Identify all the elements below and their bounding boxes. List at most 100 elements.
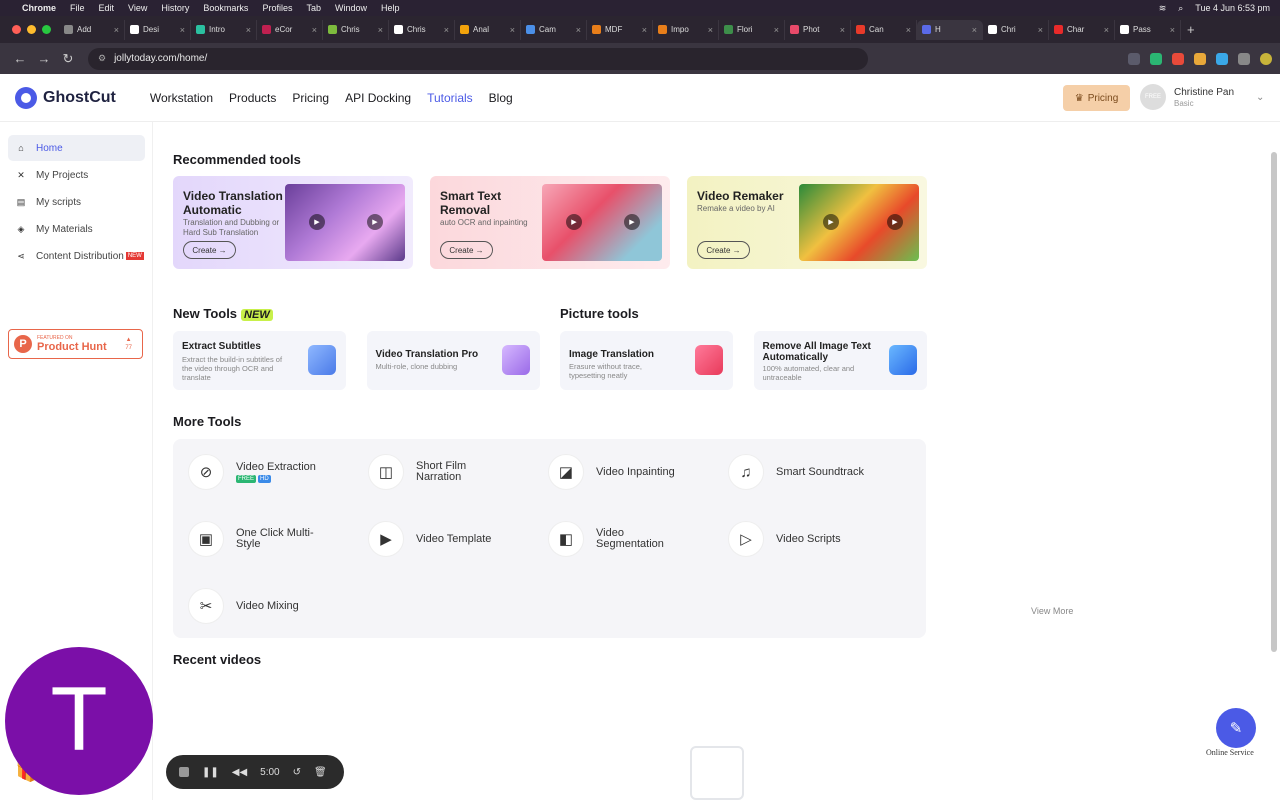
play-icon[interactable]: ▶ bbox=[887, 214, 903, 230]
extension-icon[interactable] bbox=[1172, 52, 1184, 65]
more-tool-video-scripts[interactable]: ▷ Video Scripts bbox=[728, 521, 866, 557]
close-icon[interactable]: × bbox=[972, 25, 977, 35]
browser-tab[interactable]: Chris × bbox=[323, 19, 389, 40]
scrollbar[interactable] bbox=[1271, 152, 1277, 652]
play-icon[interactable]: ▶ bbox=[823, 214, 839, 230]
zoom-window-button[interactable] bbox=[42, 25, 51, 34]
more-tool-video-mixing[interactable]: ✂ Video Mixing bbox=[188, 588, 326, 624]
app-menu[interactable]: Chrome bbox=[22, 3, 56, 13]
more-tool-short-film-narration[interactable]: ◫ Short Film Narration bbox=[368, 454, 506, 490]
close-icon[interactable]: × bbox=[114, 25, 119, 35]
more-tool-video-segmentation[interactable]: ◧ Video Segmentation bbox=[548, 521, 686, 557]
create-button[interactable]: Create → bbox=[440, 241, 493, 259]
browser-tab[interactable]: H × bbox=[917, 19, 983, 40]
site-info-icon[interactable]: ⚙ bbox=[98, 53, 106, 64]
view-more-link[interactable]: View More bbox=[1031, 606, 1073, 616]
trash-icon[interactable]: 🗑 bbox=[314, 767, 327, 778]
stop-icon[interactable] bbox=[179, 767, 189, 777]
browser-tab[interactable]: Chri × bbox=[983, 19, 1049, 40]
extension-icon[interactable] bbox=[1150, 52, 1162, 65]
close-icon[interactable]: × bbox=[246, 25, 251, 35]
tool-card[interactable]: Video Translation Pro Multi-role, clone d… bbox=[366, 331, 540, 390]
more-tool-video-template[interactable]: ▶ Video Template bbox=[368, 521, 506, 557]
browser-tab[interactable]: eCor × bbox=[257, 19, 323, 40]
browser-tab[interactable]: Add × bbox=[59, 19, 125, 40]
close-icon[interactable]: × bbox=[444, 25, 449, 35]
close-icon[interactable]: × bbox=[510, 25, 515, 35]
recommended-card[interactable]: Smart Text Removal auto OCR and inpaintin… bbox=[430, 176, 670, 269]
menu-file[interactable]: File bbox=[70, 3, 85, 13]
more-tool-one-click-multi-style[interactable]: ▣ One Click Multi-Style bbox=[188, 521, 326, 557]
reload-icon[interactable]: ↻ bbox=[56, 51, 80, 67]
create-button[interactable]: Create → bbox=[183, 241, 236, 259]
menu-view[interactable]: View bbox=[128, 3, 147, 13]
pause-icon[interactable]: ❚❚ bbox=[202, 767, 219, 778]
menu-profiles[interactable]: Profiles bbox=[262, 3, 292, 13]
menu-bookmarks[interactable]: Bookmarks bbox=[203, 3, 248, 13]
new-tab-button[interactable]: + bbox=[1187, 22, 1195, 37]
close-icon[interactable]: × bbox=[906, 25, 911, 35]
play-icon[interactable]: ▶ bbox=[566, 214, 582, 230]
restart-icon[interactable]: ↺ bbox=[293, 767, 301, 778]
more-tool-smart-soundtrack[interactable]: ♫ Smart Soundtrack bbox=[728, 454, 866, 490]
browser-tab[interactable]: Char × bbox=[1049, 19, 1115, 40]
browser-tab[interactable]: Pass × bbox=[1115, 19, 1181, 40]
browser-tab[interactable]: MDF × bbox=[587, 19, 653, 40]
close-window-button[interactable] bbox=[12, 25, 21, 34]
close-icon[interactable]: × bbox=[840, 25, 845, 35]
close-icon[interactable]: × bbox=[1038, 25, 1043, 35]
pricing-button[interactable]: ♛ Pricing bbox=[1063, 85, 1130, 111]
close-icon[interactable]: × bbox=[312, 25, 317, 35]
create-button[interactable]: Create → bbox=[697, 241, 750, 259]
recommended-card[interactable]: Video Translation Automatic Translation a… bbox=[173, 176, 413, 269]
tool-card[interactable]: Remove All Image Text Automatically 100% … bbox=[753, 331, 927, 390]
sidebar-item-my-projects[interactable]: ✕ My Projects bbox=[8, 162, 145, 188]
browser-tab[interactable]: Cam × bbox=[521, 19, 587, 40]
more-tool-video-inpainting[interactable]: ◪ Video Inpainting bbox=[548, 454, 686, 490]
chevron-down-icon[interactable]: ⌄ bbox=[1256, 92, 1264, 103]
browser-tab[interactable]: Anal × bbox=[455, 19, 521, 40]
search-icon[interactable]: ⌕ bbox=[1178, 3, 1183, 14]
extension-icon[interactable] bbox=[1216, 52, 1228, 65]
play-icon[interactable]: ▶ bbox=[624, 214, 640, 230]
close-icon[interactable]: × bbox=[774, 25, 779, 35]
back-icon[interactable]: ← bbox=[8, 51, 32, 66]
nav-link-blog[interactable]: Blog bbox=[489, 91, 513, 105]
menu-history[interactable]: History bbox=[161, 3, 189, 13]
sidebar-item-home[interactable]: ⌂ Home bbox=[8, 135, 145, 161]
nav-link-pricing[interactable]: Pricing bbox=[292, 91, 329, 105]
close-icon[interactable]: × bbox=[180, 25, 185, 35]
play-icon[interactable]: ▶ bbox=[309, 214, 325, 230]
sidebar-item-my-materials[interactable]: ◈ My Materials bbox=[8, 216, 145, 242]
tool-card[interactable]: Image Translation Erasure without trace, … bbox=[560, 331, 733, 390]
brand-logo[interactable]: GhostCut bbox=[15, 86, 116, 109]
browser-tab[interactable]: Flori × bbox=[719, 19, 785, 40]
close-icon[interactable]: × bbox=[642, 25, 647, 35]
puzzle-icon[interactable] bbox=[1238, 52, 1250, 65]
browser-tab[interactable]: Phot × bbox=[785, 19, 851, 40]
online-service-button[interactable]: ✎ bbox=[1216, 708, 1256, 748]
nav-link-tutorials[interactable]: Tutorials bbox=[427, 91, 473, 105]
close-icon[interactable]: × bbox=[1170, 25, 1175, 35]
menu-edit[interactable]: Edit bbox=[99, 3, 115, 13]
more-tool-video-extraction[interactable]: ⊘ Video Extraction FREE HD bbox=[188, 454, 326, 490]
product-hunt-badge[interactable]: P FEATURED ON Product Hunt ▲ 77 bbox=[8, 329, 143, 359]
close-icon[interactable]: × bbox=[708, 25, 713, 35]
play-icon[interactable]: ▶ bbox=[367, 214, 383, 230]
browser-tab[interactable]: Desi × bbox=[125, 19, 191, 40]
browser-tab[interactable]: Chris × bbox=[389, 19, 455, 40]
menu-window[interactable]: Window bbox=[335, 3, 367, 13]
nav-link-workstation[interactable]: Workstation bbox=[150, 91, 213, 105]
forward-icon[interactable]: → bbox=[32, 51, 56, 66]
sidebar-item-my-scripts[interactable]: ▤ My scripts bbox=[8, 189, 145, 215]
extension-icon[interactable] bbox=[1128, 52, 1140, 65]
profile-icon[interactable] bbox=[1260, 52, 1272, 65]
close-icon[interactable]: × bbox=[1104, 25, 1109, 35]
tool-card[interactable]: Extract Subtitles Extract the build-in su… bbox=[173, 331, 346, 390]
close-icon[interactable]: × bbox=[576, 25, 581, 35]
minimize-window-button[interactable] bbox=[27, 25, 36, 34]
url-field[interactable]: ⚙ jollytoday.com/home/ bbox=[88, 47, 868, 70]
nav-link-products[interactable]: Products bbox=[229, 91, 276, 105]
close-icon[interactable]: × bbox=[378, 25, 383, 35]
recommended-card[interactable]: Video Remaker Remake a video by AI Create … bbox=[687, 176, 927, 269]
